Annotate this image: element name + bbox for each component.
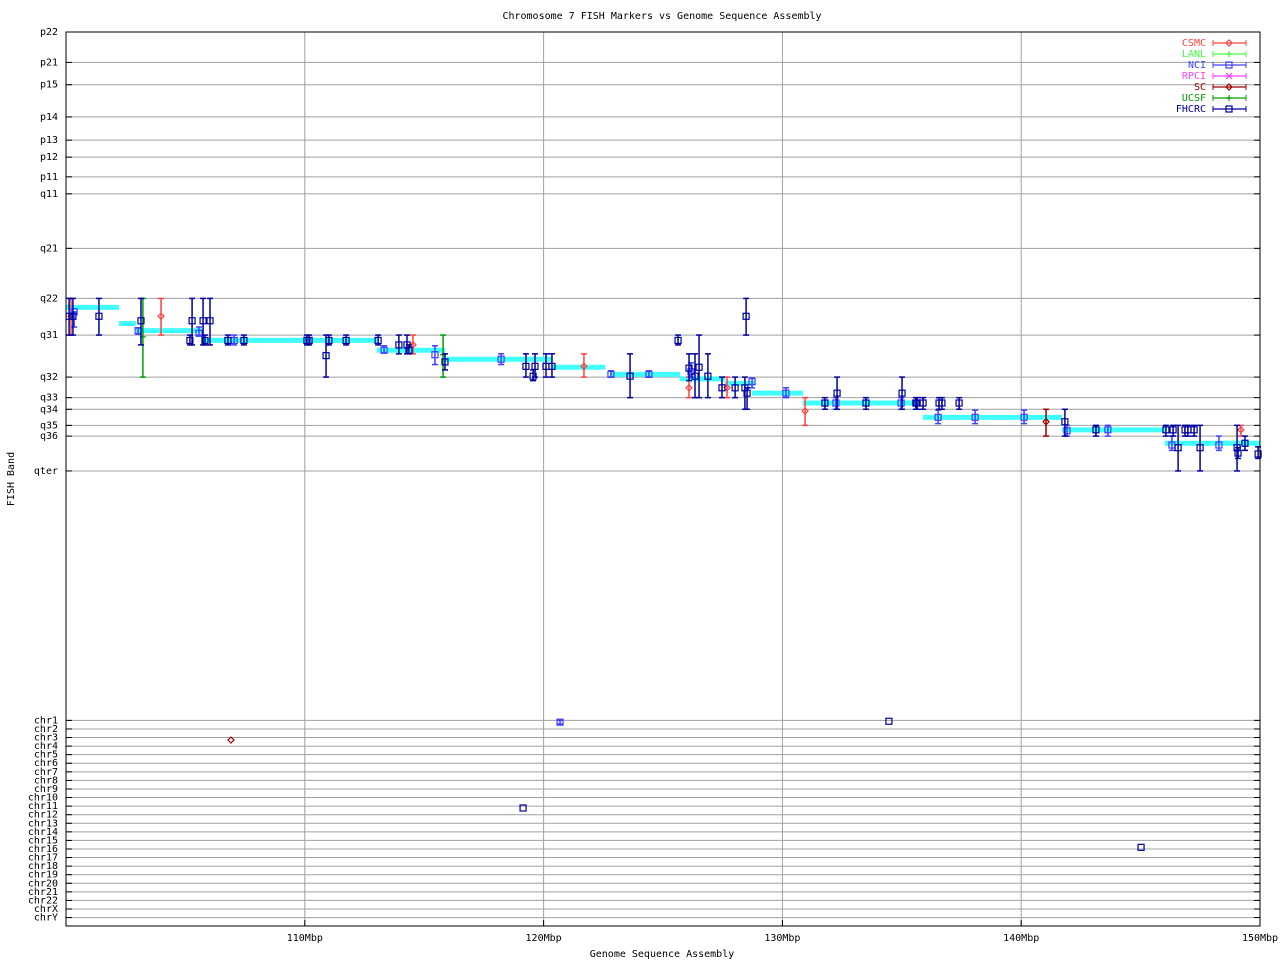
- x-tick-label: 120Mbp: [526, 933, 562, 944]
- data-point: [1190, 424, 1198, 437]
- data-point: [580, 353, 588, 378]
- y-tick-label: q34: [40, 404, 58, 415]
- data-point: [1042, 408, 1050, 437]
- series-csmc: [67, 297, 1245, 437]
- data-point: [695, 334, 703, 399]
- data-point: [1184, 424, 1192, 437]
- legend: CSMCLANLNCIRPCISCUCSFFHCRC: [1176, 38, 1247, 115]
- x-axis-label: Genome Sequence Assembly: [590, 949, 735, 960]
- data-point: [1196, 424, 1204, 472]
- data-point: [704, 353, 712, 399]
- data-point: [919, 396, 927, 411]
- series-sc: [227, 408, 1050, 744]
- data-point: [742, 297, 750, 336]
- y-tick-label: q32: [40, 372, 58, 383]
- x-tick-label: 140Mbp: [1003, 933, 1039, 944]
- series-nci: [70, 308, 1223, 726]
- legend-label: CSMC: [1182, 38, 1206, 49]
- y-tick-label: q21: [40, 243, 58, 254]
- y-axis-label: FISH Band: [6, 452, 17, 506]
- data-point: [885, 717, 893, 725]
- plus-marker: [1226, 51, 1232, 57]
- series-fhcrc: [65, 297, 1262, 851]
- data-point: [731, 376, 739, 399]
- y-tick-label: qter: [34, 466, 58, 477]
- data-points: [65, 297, 1262, 851]
- x-tick-label: 130Mbp: [764, 933, 800, 944]
- data-point: [95, 297, 103, 336]
- y-tick-label: q36: [40, 431, 58, 442]
- data-point: [1169, 424, 1177, 437]
- assembly-segments: [66, 304, 1260, 446]
- y-tick-label: p11: [40, 172, 58, 183]
- data-point: [556, 718, 564, 726]
- data-point: [938, 396, 946, 411]
- y-tick-label: p21: [40, 57, 58, 68]
- y-tick-label: q22: [40, 293, 58, 304]
- fish-marker-chart: Chromosome 7 FISH Markers vs Genome Sequ…: [6, 11, 1278, 960]
- y-tick-label: q11: [40, 189, 58, 200]
- x-tick-label: 110Mbp: [287, 933, 323, 944]
- y-tick-label: p14: [40, 112, 58, 123]
- y-tick-label: q35: [40, 420, 58, 431]
- y-tick-label: chrY: [34, 913, 58, 924]
- y-tick-label: p13: [40, 135, 58, 146]
- data-point: [691, 353, 699, 399]
- legend-label: RPCI: [1182, 71, 1206, 82]
- series-ucsf: [139, 297, 447, 378]
- x-tick-label: 150Mbp: [1242, 933, 1278, 944]
- box-marker: [885, 717, 893, 725]
- legend-label: NCI: [1188, 60, 1206, 71]
- plot-frame: [65, 31, 1261, 927]
- y-tick-label: p15: [40, 80, 58, 91]
- y-tick-label: q31: [40, 330, 58, 341]
- legend-label: LANL: [1182, 49, 1206, 60]
- legend-label: UCSF: [1182, 93, 1206, 104]
- data-point: [955, 396, 963, 411]
- data-point: [674, 334, 682, 346]
- legend-label: FHCRC: [1176, 104, 1206, 115]
- data-point: [1237, 424, 1245, 437]
- legend-label: SC: [1194, 82, 1206, 93]
- plus-marker: [1226, 95, 1232, 101]
- chart-title: Chromosome 7 FISH Markers vs Genome Sequ…: [502, 11, 821, 22]
- grid-lines: [66, 31, 1261, 926]
- y-tick-label: q33: [40, 393, 58, 404]
- y-tick-label: p22: [40, 27, 58, 38]
- y-tick-label: p12: [40, 152, 58, 163]
